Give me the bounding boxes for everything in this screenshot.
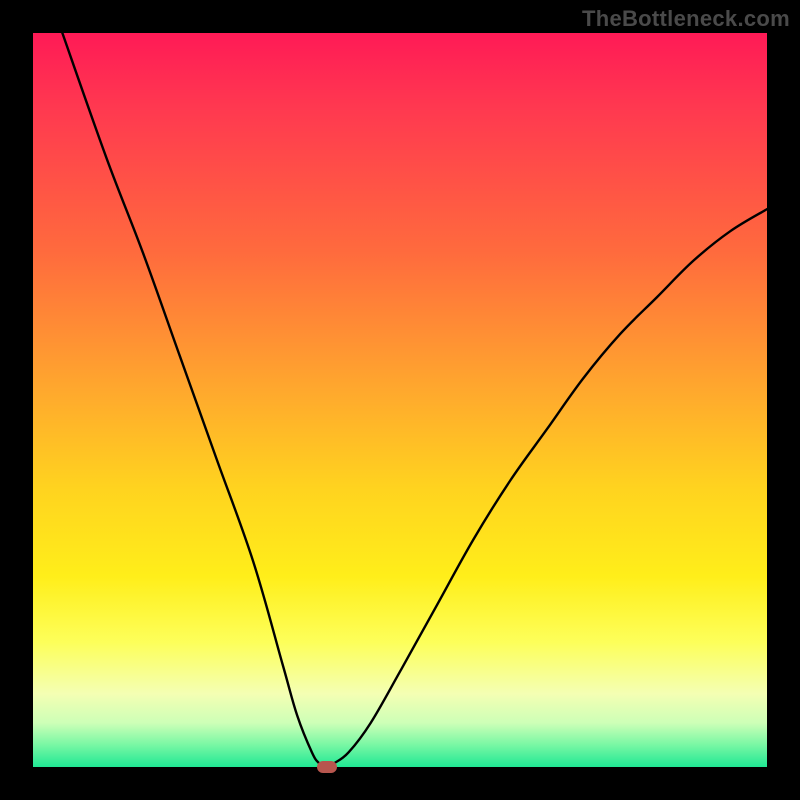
plot-area <box>33 33 767 767</box>
optimal-point-marker <box>317 761 337 773</box>
bottleneck-curve <box>33 33 767 767</box>
chart-frame: TheBottleneck.com <box>0 0 800 800</box>
watermark-text: TheBottleneck.com <box>582 6 790 32</box>
